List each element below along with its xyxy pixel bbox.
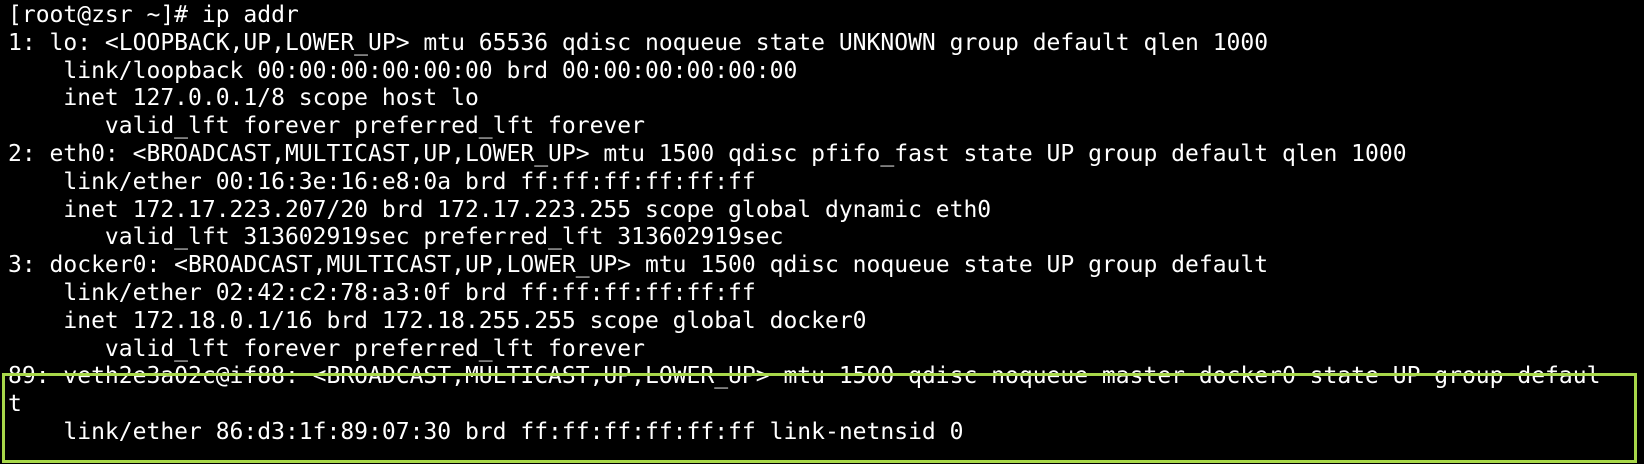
- output-line-veth-link: link/ether 86:d3:1f:89:07:30 brd ff:ff:f…: [8, 418, 964, 445]
- output-line-veth-header: 89: veth2e3a02c@if88: <BROADCAST,MULTICA…: [8, 363, 1601, 390]
- output-line-lo-link: link/loopback 00:00:00:00:00:00 brd 00:0…: [8, 57, 798, 84]
- output-line-eth0-inet: inet 172.17.223.207/20 brd 172.17.223.25…: [8, 196, 992, 223]
- output-line-eth0-lft: valid_lft 313602919sec preferred_lft 313…: [8, 224, 784, 251]
- output-line-lo-inet: inet 127.0.0.1/8 scope host lo: [8, 85, 479, 112]
- output-line-veth-header-wrap: t: [8, 391, 22, 418]
- output-line-eth0-link: link/ether 00:16:3e:16:e8:0a brd ff:ff:f…: [8, 168, 756, 195]
- terminal-window[interactable]: [root@zsr ~]# ip addr 1: lo: <LOOPBACK,U…: [0, 0, 1644, 464]
- output-line-lo-lft: valid_lft forever preferred_lft forever: [8, 113, 645, 140]
- output-line-lo-header: 1: lo: <LOOPBACK,UP,LOWER_UP> mtu 65536 …: [8, 29, 1269, 56]
- output-line-eth0-header: 2: eth0: <BROADCAST,MULTICAST,UP,LOWER_U…: [8, 140, 1407, 167]
- output-line-docker0-lft: valid_lft forever preferred_lft forever: [8, 335, 645, 362]
- output-line-docker0-header: 3: docker0: <BROADCAST,MULTICAST,UP,LOWE…: [8, 252, 1269, 279]
- output-line-docker0-inet: inet 172.18.0.1/16 brd 172.18.255.255 sc…: [8, 307, 867, 334]
- output-line-docker0-link: link/ether 02:42:c2:78:a3:0f brd ff:ff:f…: [8, 279, 756, 306]
- command-prompt-line: [root@zsr ~]# ip addr: [8, 2, 299, 28]
